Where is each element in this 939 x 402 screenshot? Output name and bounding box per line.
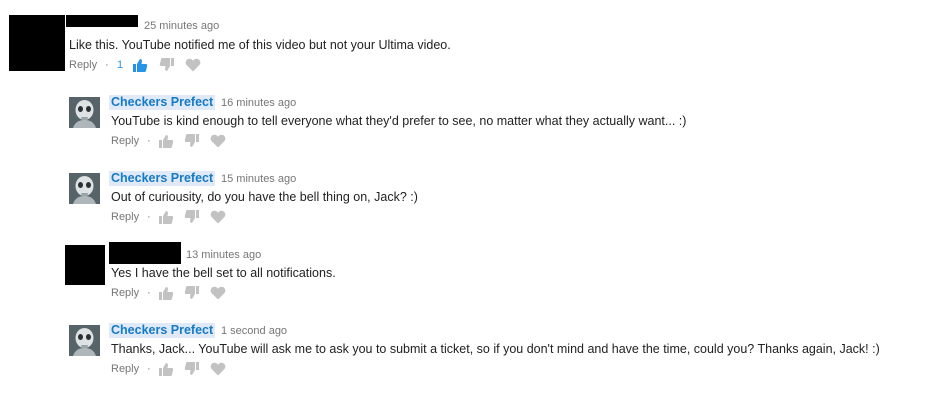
author-name[interactable]: Checkers Prefect	[109, 95, 216, 110]
avatar-image	[69, 325, 100, 356]
reply-button[interactable]: Reply	[111, 134, 139, 148]
avatar-image	[69, 173, 100, 204]
heart-icon[interactable]	[210, 209, 226, 225]
comment-timestamp[interactable]: 25 minutes ago	[144, 19, 219, 33]
author-name[interactable]	[109, 242, 181, 264]
comment-item: Checkers Prefect 16 minutes ago YouTube …	[0, 90, 939, 160]
comment-item: 13 minutes ago Yes I have the bell set t…	[0, 236, 939, 312]
thumbs-up-icon[interactable]	[158, 209, 174, 225]
thumbs-up-icon[interactable]	[158, 285, 174, 301]
comment-text: Thanks, Jack... YouTube will ask me to a…	[111, 342, 880, 356]
avatar-image	[69, 97, 100, 128]
comment-actions: Reply · 1	[69, 57, 209, 73]
comment-actions: Reply ·	[111, 209, 231, 225]
separator-dot: ·	[147, 363, 151, 375]
author-name[interactable]	[66, 15, 138, 27]
comment-item: 25 minutes ago Like this. YouTube notifi…	[0, 0, 939, 80]
heart-icon[interactable]	[210, 133, 226, 149]
reply-button[interactable]: Reply	[111, 362, 139, 376]
comment-timestamp[interactable]: 13 minutes ago	[186, 248, 261, 262]
reply-button[interactable]: Reply	[111, 286, 139, 300]
thumbs-down-icon[interactable]	[184, 133, 200, 149]
author-name[interactable]: Checkers Prefect	[109, 171, 216, 186]
thumbs-down-icon[interactable]	[184, 285, 200, 301]
avatar[interactable]	[65, 245, 105, 285]
separator-dot: ·	[147, 287, 151, 299]
comment-text: YouTube is kind enough to tell everyone …	[111, 114, 687, 128]
separator-dot: ·	[147, 211, 151, 223]
comment-actions: Reply ·	[111, 361, 231, 377]
avatar[interactable]	[69, 97, 100, 128]
thumbs-up-icon[interactable]	[158, 133, 174, 149]
comment-text: Yes I have the bell set to all notificat…	[111, 266, 336, 280]
like-count: 1	[117, 59, 124, 71]
heart-icon[interactable]	[210, 285, 226, 301]
reply-button[interactable]: Reply	[69, 58, 97, 72]
avatar[interactable]	[69, 325, 100, 356]
separator-dot: ·	[105, 59, 109, 71]
comment-timestamp[interactable]: 1 second ago	[221, 324, 287, 338]
avatar[interactable]	[69, 173, 100, 204]
comment-actions: Reply ·	[111, 285, 231, 301]
comment-item: Checkers Prefect 15 minutes ago Out of c…	[0, 166, 939, 236]
thumbs-down-icon[interactable]	[184, 209, 200, 225]
thumbs-down-icon[interactable]	[159, 57, 175, 73]
comment-timestamp[interactable]: 16 minutes ago	[221, 96, 296, 110]
thumbs-up-icon[interactable]	[132, 57, 148, 73]
avatar[interactable]	[9, 15, 65, 71]
separator-dot: ·	[147, 135, 151, 147]
comment-text: Out of curiousity, do you have the bell …	[111, 190, 418, 204]
thumbs-down-icon[interactable]	[184, 361, 200, 377]
comment-actions: Reply ·	[111, 133, 231, 149]
comment-timestamp[interactable]: 15 minutes ago	[221, 172, 296, 186]
comment-item: Checkers Prefect 1 second ago Thanks, Ja…	[0, 318, 939, 388]
author-name[interactable]: Checkers Prefect	[109, 323, 216, 338]
heart-icon[interactable]	[210, 361, 226, 377]
heart-icon[interactable]	[185, 57, 201, 73]
thumbs-up-icon[interactable]	[158, 361, 174, 377]
comment-text: Like this. YouTube notified me of this v…	[69, 38, 451, 52]
reply-button[interactable]: Reply	[111, 210, 139, 224]
